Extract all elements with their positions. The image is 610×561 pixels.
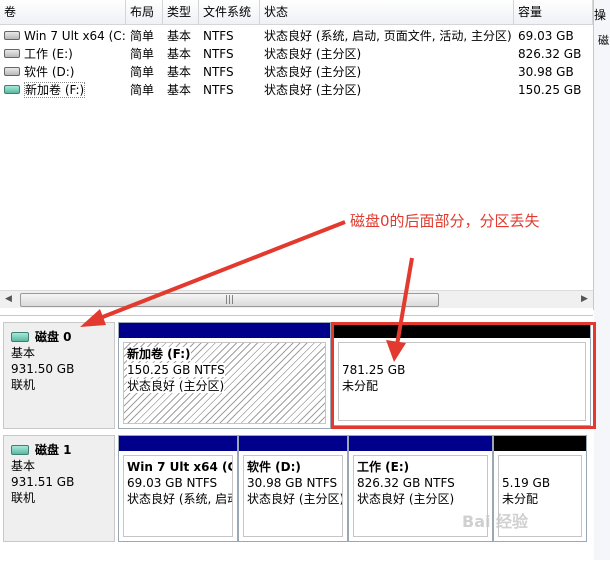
volume-status: 状态良好 (主分区) — [264, 47, 362, 61]
volume-layout: 简单 — [130, 83, 155, 97]
scroll-left-arrow-icon[interactable]: ◀ — [0, 291, 17, 308]
volume-capacity: 69.03 GB — [518, 29, 574, 43]
partition-type-bar — [239, 436, 347, 451]
disk-icon — [4, 67, 20, 76]
volume-layout: 简单 — [130, 29, 155, 43]
column-header-layout[interactable]: 布局 — [126, 0, 163, 24]
partition-detail: 826.32 GB NTFS — [357, 476, 455, 490]
partition-type-bar — [119, 436, 237, 451]
volume-list-header: 卷 布局 类型 文件系统 状态 容量 — [0, 0, 593, 25]
column-header-filesystem[interactable]: 文件系统 — [199, 0, 260, 24]
partition-name: 新加卷 (F:) — [127, 347, 191, 361]
volume-filesystem: NTFS — [203, 47, 234, 61]
volume-row[interactable]: 新加卷 (F:) 简单 基本 NTFS 状态良好 (主分区) 150.25 GB — [0, 81, 593, 99]
disk-size: 931.50 GB — [11, 362, 75, 376]
volume-capacity: 150.25 GB — [518, 83, 582, 97]
partition-name: 软件 (D:) — [247, 460, 301, 474]
volume-capacity: 30.98 GB — [518, 65, 574, 79]
horizontal-scrollbar[interactable]: ◀ ||| ▶ — [0, 290, 593, 308]
disk-0-label[interactable]: 磁盘 0 基本 931.50 GB 联机 — [3, 322, 115, 429]
volume-filesystem: NTFS — [203, 65, 234, 79]
partition-body: 新加卷 (F:) 150.25 GB NTFS 状态良好 (主分区) — [123, 342, 326, 424]
partition-type-bar — [119, 323, 330, 338]
volume-layout: 简单 — [130, 47, 155, 61]
partition-status: 状态良好 (主分区) — [127, 379, 225, 393]
disk-icon — [4, 31, 20, 40]
annotation-text: 磁盘0的后面部分，分区丢失 — [350, 212, 540, 230]
partition-detail: 5.19 GB — [502, 476, 551, 490]
disk-icon-highlighted — [4, 85, 20, 94]
disk-name: 磁盘 1 — [35, 443, 72, 457]
partition-name: 工作 (E:) — [357, 460, 410, 474]
column-header-status[interactable]: 状态 — [260, 0, 514, 24]
volume-name: 新加卷 (F:) — [24, 82, 86, 98]
disk-state: 联机 — [11, 378, 36, 392]
disk-type: 基本 — [11, 459, 36, 473]
partition-type-bar — [494, 436, 586, 451]
disk-icon — [11, 444, 29, 455]
disk-name: 磁盘 0 — [35, 330, 72, 344]
disk-state: 联机 — [11, 491, 36, 505]
disk-type: 基本 — [11, 346, 36, 360]
column-header-type[interactable]: 类型 — [163, 0, 199, 24]
volume-filesystem: NTFS — [203, 29, 234, 43]
partition-detail: 30.98 GB NTFS — [247, 476, 338, 490]
volume-status: 状态良好 (主分区) — [264, 83, 362, 97]
volume-filesystem: NTFS — [203, 83, 234, 97]
partition-detail: 150.25 GB NTFS — [127, 363, 225, 377]
partition-status: 状态良好 (主分区) — [247, 492, 343, 506]
partition-type-bar — [349, 436, 492, 451]
partition-status: 状态良好 (主分区) — [357, 492, 455, 506]
partition-detail: 69.03 GB NTFS — [127, 476, 218, 490]
volume-type: 基本 — [167, 83, 192, 97]
disk-size: 931.51 GB — [11, 475, 75, 489]
volume-type: 基本 — [167, 29, 192, 43]
action-pane-header: 操 — [594, 8, 607, 22]
action-pane-item[interactable]: 磁 — [598, 32, 609, 48]
disk-1-label[interactable]: 磁盘 1 基本 931.51 GB 联机 — [3, 435, 115, 542]
volume-row[interactable]: 工作 (E:) 简单 基本 NTFS 状态良好 (主分区) 826.32 GB — [0, 45, 593, 63]
volume-layout: 简单 — [130, 65, 155, 79]
partition-c[interactable]: Win 7 Ult x64 (C 69.03 GB NTFS 状态良好 (系统,… — [118, 435, 238, 542]
scrollbar-thumb[interactable]: ||| — [20, 293, 439, 307]
scroll-right-arrow-icon[interactable]: ▶ — [576, 291, 593, 308]
volume-name: Win 7 Ult x64 (C:) — [24, 29, 126, 43]
volume-type: 基本 — [167, 47, 192, 61]
volume-name: 软件 (D:) — [24, 65, 75, 79]
partition-status: 未分配 — [502, 492, 539, 506]
column-header-capacity[interactable]: 容量 — [514, 0, 593, 24]
volume-name: 工作 (E:) — [24, 47, 73, 61]
volume-status: 状态良好 (主分区) — [264, 65, 362, 79]
partition-status: 状态良好 (系统, 启动 — [127, 492, 233, 506]
volume-row[interactable]: 软件 (D:) 简单 基本 NTFS 状态良好 (主分区) 30.98 GB — [0, 63, 593, 81]
volume-capacity: 826.32 GB — [518, 47, 582, 61]
partition-f[interactable]: 新加卷 (F:) 150.25 GB NTFS 状态良好 (主分区) — [118, 322, 331, 429]
volume-type: 基本 — [167, 65, 192, 79]
volume-status: 状态良好 (系统, 启动, 页面文件, 活动, 主分区) — [264, 29, 512, 43]
disk-icon — [4, 49, 20, 58]
partition-body: 软件 (D:) 30.98 GB NTFS 状态良好 (主分区) — [243, 455, 343, 537]
partition-body: Win 7 Ult x64 (C 69.03 GB NTFS 状态良好 (系统,… — [123, 455, 233, 537]
partition-name: Win 7 Ult x64 (C — [127, 460, 233, 474]
column-header-volume[interactable]: 卷 — [0, 0, 126, 24]
action-pane: 操 磁 — [594, 0, 610, 560]
annotation-highlight-box — [331, 322, 596, 429]
volume-row[interactable]: Win 7 Ult x64 (C:) 简单 基本 NTFS 状态良好 (系统, … — [0, 27, 593, 45]
volume-list-pane: 卷 布局 类型 文件系统 状态 容量 Win 7 Ult x64 (C:) 简单… — [0, 0, 594, 310]
partition-d[interactable]: 软件 (D:) 30.98 GB NTFS 状态良好 (主分区) — [238, 435, 348, 542]
watermark-logo: Bai 经验 — [462, 512, 529, 531]
disk-icon — [11, 331, 29, 342]
